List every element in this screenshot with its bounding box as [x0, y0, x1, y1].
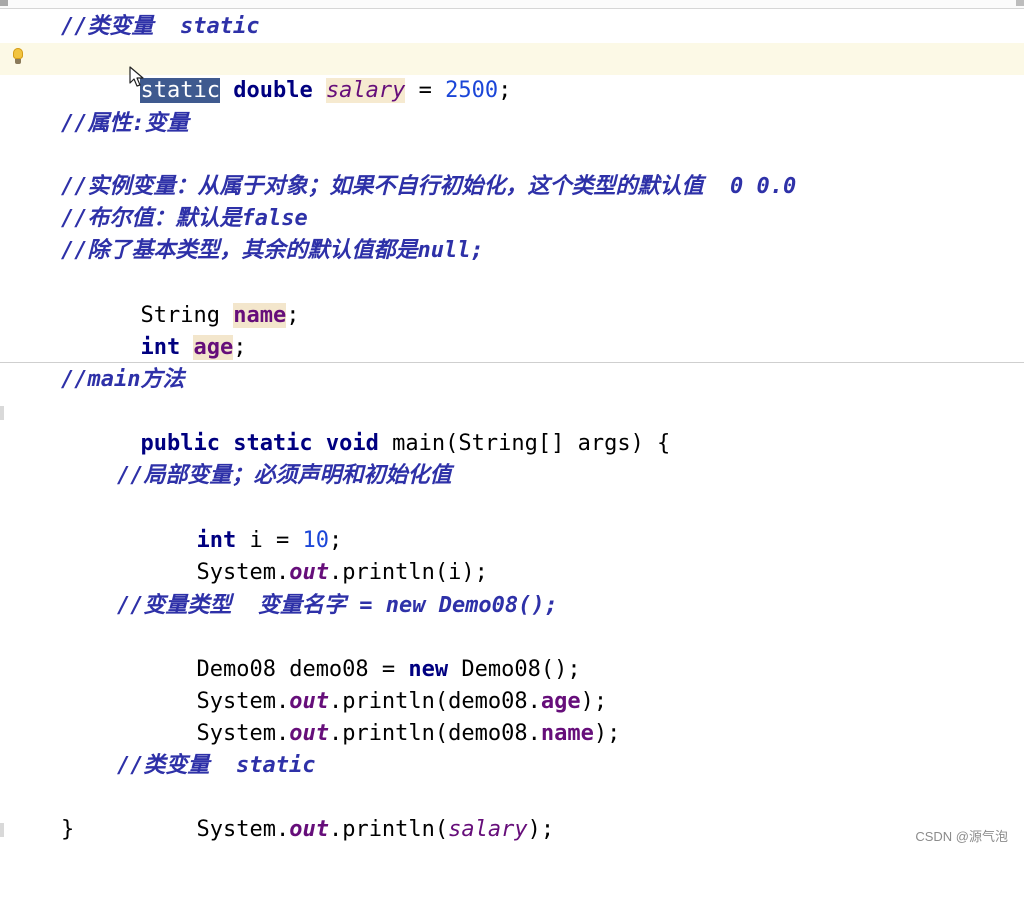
code-line[interactable]: //局部变量；必须声明和初始化值	[0, 460, 1024, 492]
tab-edge-left	[0, 0, 8, 6]
tab-edge-right	[1016, 0, 1024, 6]
field-name[interactable]: age	[193, 335, 234, 360]
code-line[interactable]: //变量类型 变量名字 = new Demo08();	[0, 590, 1024, 622]
selected-keyword[interactable]: static	[140, 78, 220, 103]
code-line-current[interactable]: static double salary = 2500;	[0, 43, 1024, 103]
comment-text: //类变量 static	[61, 14, 260, 39]
keyword: int	[140, 335, 181, 360]
code-line[interactable]: //类变量 static	[0, 750, 1024, 782]
mouse-pointer-icon	[129, 66, 144, 87]
code-line[interactable]: //main方法	[0, 364, 1024, 396]
comment-text: //变量类型 变量名字 = new Demo08();	[117, 593, 558, 618]
comment-text: //实例变量：从属于对象；如果不自行初始化，这个类型的默认值 0 0.0	[61, 174, 797, 199]
code-line[interactable]: //布尔值：默认是false	[0, 203, 1024, 235]
operator: =	[405, 78, 446, 103]
number-literal: 2500	[445, 78, 499, 103]
field-name[interactable]: name	[541, 721, 594, 746]
static-field[interactable]: out	[289, 560, 329, 585]
comment-text: //属性:变量	[61, 111, 189, 136]
code-line[interactable]: int i = 10;	[0, 493, 1024, 553]
code-line[interactable]: int age;	[0, 300, 1024, 360]
code-line[interactable]: Demo08 demo08 = new Demo08();	[0, 622, 1024, 682]
code-line[interactable]: System.out.println(i);	[0, 525, 1024, 585]
comment-text: //除了基本类型，其余的默认值都是null;	[61, 238, 484, 263]
static-field[interactable]: out	[289, 721, 329, 746]
field-name[interactable]: salary	[325, 78, 406, 103]
semicolon: ;	[233, 335, 247, 360]
code-fragment: System.	[196, 560, 290, 585]
code-fragment: );	[593, 721, 621, 746]
keyword: public static void	[140, 431, 379, 456]
watermark: CSDN @源气泡	[915, 829, 1008, 844]
code-line[interactable]: System.out.println(demo08.name);	[0, 686, 1024, 746]
code-fragment: System.	[196, 721, 290, 746]
code-line[interactable]: public static void main(String[] args) {	[0, 396, 1024, 456]
code-line[interactable]: //除了基本类型，其余的默认值都是null;	[0, 235, 1024, 267]
code-editor[interactable]: //类变量 static static double salary = 2500…	[0, 0, 1024, 857]
code-line[interactable]: //类变量 static	[0, 11, 1024, 43]
method-separator	[0, 362, 1024, 363]
comment-text: //局部变量；必须声明和初始化值	[117, 463, 452, 488]
comment-text: //main方法	[61, 367, 185, 392]
closing-brace: }	[61, 817, 75, 842]
comment-text: //类变量 static	[117, 753, 316, 778]
code-fragment: .println(demo08.	[328, 721, 541, 746]
editor-top-edge	[0, 0, 1024, 9]
comment-text: //布尔值：默认是false	[61, 206, 308, 231]
code-line[interactable]: System.out.println(demo08.age);	[0, 654, 1024, 714]
code-fragment: .println(i);	[328, 560, 488, 585]
code-line[interactable]: //实例变量：从属于对象；如果不自行初始化，这个类型的默认值 0 0.0	[0, 171, 1024, 203]
code-line[interactable]: System.out.println(salary);	[0, 782, 1024, 842]
code-line[interactable]: //属性:变量	[0, 108, 1024, 140]
method-signature[interactable]: main(String[] args) {	[379, 431, 670, 456]
keyword: double	[219, 78, 326, 103]
lightbulb-icon[interactable]	[12, 48, 24, 66]
code-line[interactable]: }	[0, 814, 1024, 846]
code-line[interactable]: String name;	[0, 268, 1024, 328]
semicolon: ;	[498, 78, 512, 103]
